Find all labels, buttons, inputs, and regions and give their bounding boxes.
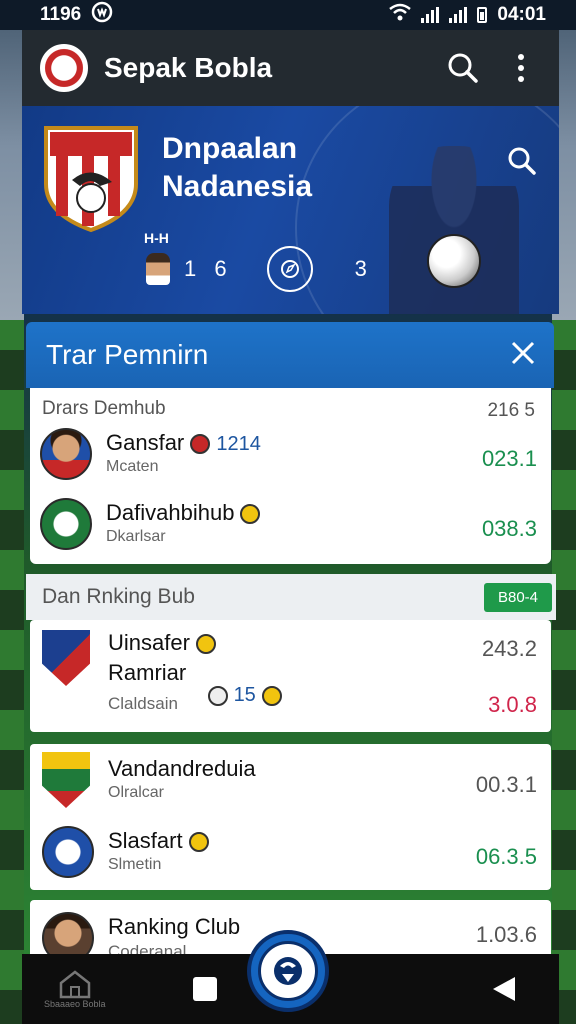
recent-apps-button[interactable] (193, 977, 218, 1001)
section-label: Drars Demhub (42, 398, 166, 419)
ranking-card[interactable]: Uinsafer Ramriar Claldsain 15 243.2 3.0.… (30, 620, 551, 732)
avatar (40, 498, 92, 550)
list-item[interactable]: Dafivahbihub Dkarlsar 038.3 (40, 496, 537, 556)
section-value: 216 5 (487, 400, 535, 421)
card2-name: Uinsafer (108, 630, 216, 656)
status-time-left: 1196 (40, 4, 82, 25)
list-item[interactable]: Slasfart Slmetin 06.3.5 (42, 824, 537, 884)
row-name: Vandandreduia (108, 756, 256, 781)
nav-home-label: Sbaaaeo Bobla (44, 999, 106, 1009)
hero-banner: Dnpaalan Nadanesia H-H 1 6 3 (22, 106, 559, 314)
row-tag: 1214 (216, 433, 261, 455)
row-name: Slasfart (108, 828, 209, 854)
ranking-bar: Dan Rnking Bub B80-4 (26, 574, 556, 620)
card2-name-line2: Ramriar (108, 660, 187, 685)
card2-score-bottom: 3.0.8 (488, 692, 537, 717)
football-icon (427, 234, 481, 288)
row-score: 038.3 (481, 516, 537, 541)
club-badge-icon (208, 685, 228, 706)
fab-button[interactable] (247, 930, 329, 1012)
card2-score-top: 243.2 (481, 636, 537, 661)
list-item[interactable]: Gansfar 1214 Mcaten 023.1 (40, 426, 537, 486)
row-score: 00.3.1 (475, 772, 537, 797)
club-badge-icon (190, 434, 211, 455)
card-body: Drars Demhub 216 5 Gansfar 1214 Mcaten 0… (30, 388, 551, 564)
row-name: Dafivahbihub (106, 500, 261, 526)
card2-sub: Claldsain (108, 694, 178, 713)
player-silhouette (389, 146, 519, 314)
nav-home-button[interactable]: Sbaaaeo Bobla (44, 969, 106, 1009)
status-time-right: 04:01 (497, 4, 546, 25)
row-sub: Mcaten (106, 458, 159, 475)
card-title: Trar Pemnirn (46, 339, 209, 370)
club-logo-icon (42, 826, 94, 878)
card-header: Trar Pemnirn (26, 322, 554, 388)
ranking-label: Dan Rnking Bub (42, 585, 195, 608)
search-button[interactable] (443, 48, 483, 88)
card2-mini: 15 (202, 684, 282, 707)
ranking-badge[interactable]: B80-4 (483, 582, 552, 612)
battery-icon (477, 7, 488, 23)
hero-stat-right: 3 (354, 256, 367, 281)
search-icon (448, 53, 478, 83)
close-icon (511, 341, 535, 364)
club-badge-icon (195, 634, 216, 655)
hero-stat-left: 1 6 (184, 256, 233, 281)
app-title: Sepak Bobla (104, 52, 273, 83)
hero-stats: 1 6 3 (146, 246, 367, 292)
card4-score: 1.03.6 (475, 922, 537, 947)
app-bar: Sepak Bobla (22, 30, 559, 106)
hero-compass-button[interactable] (266, 246, 313, 292)
compass-icon (280, 260, 299, 278)
list-item[interactable]: Vandandreduia Olralcar 00.3.1 (42, 752, 537, 812)
signal-icon-2 (449, 7, 468, 23)
row-sub: Dkarlsar (106, 528, 166, 545)
row-score: 023.1 (481, 446, 537, 471)
player-avatar (146, 253, 170, 285)
avatar (40, 428, 92, 480)
row-sub: Olralcar (108, 784, 165, 801)
card4-name: Ranking Club (108, 914, 241, 939)
row-score: 06.3.5 (475, 844, 537, 869)
row-name: Gansfar 1214 (106, 430, 261, 455)
row-sub: Slmetin (108, 856, 162, 873)
wifi-icon (389, 3, 412, 27)
status-bar: 1196 04:01 (0, 0, 576, 30)
more-options-button[interactable] (501, 48, 541, 88)
club-badge-icon (261, 685, 282, 706)
signal-icon (421, 7, 440, 23)
more-vert-icon (518, 54, 524, 82)
app-logo (40, 44, 88, 92)
ranking-card: Vandandreduia Olralcar 00.3.1 Slasfart S… (30, 744, 551, 890)
club-shield-icon (42, 752, 90, 808)
club-badge-icon (240, 504, 261, 525)
notification-icon (91, 1, 113, 29)
hero-small-label: H-H (144, 230, 169, 246)
hero-search-button[interactable] (507, 146, 537, 181)
close-button[interactable] (510, 340, 536, 371)
club-logo-icon (258, 941, 318, 1001)
home-icon (59, 970, 91, 999)
search-icon (508, 147, 536, 175)
stadium-background-left (0, 30, 24, 1024)
club-crest-icon (44, 126, 138, 233)
hero-title: Dnpaalan Nadanesia (162, 132, 313, 203)
club-shield-icon (42, 630, 90, 686)
back-button[interactable] (493, 977, 515, 1001)
club-badge-icon (188, 832, 209, 853)
